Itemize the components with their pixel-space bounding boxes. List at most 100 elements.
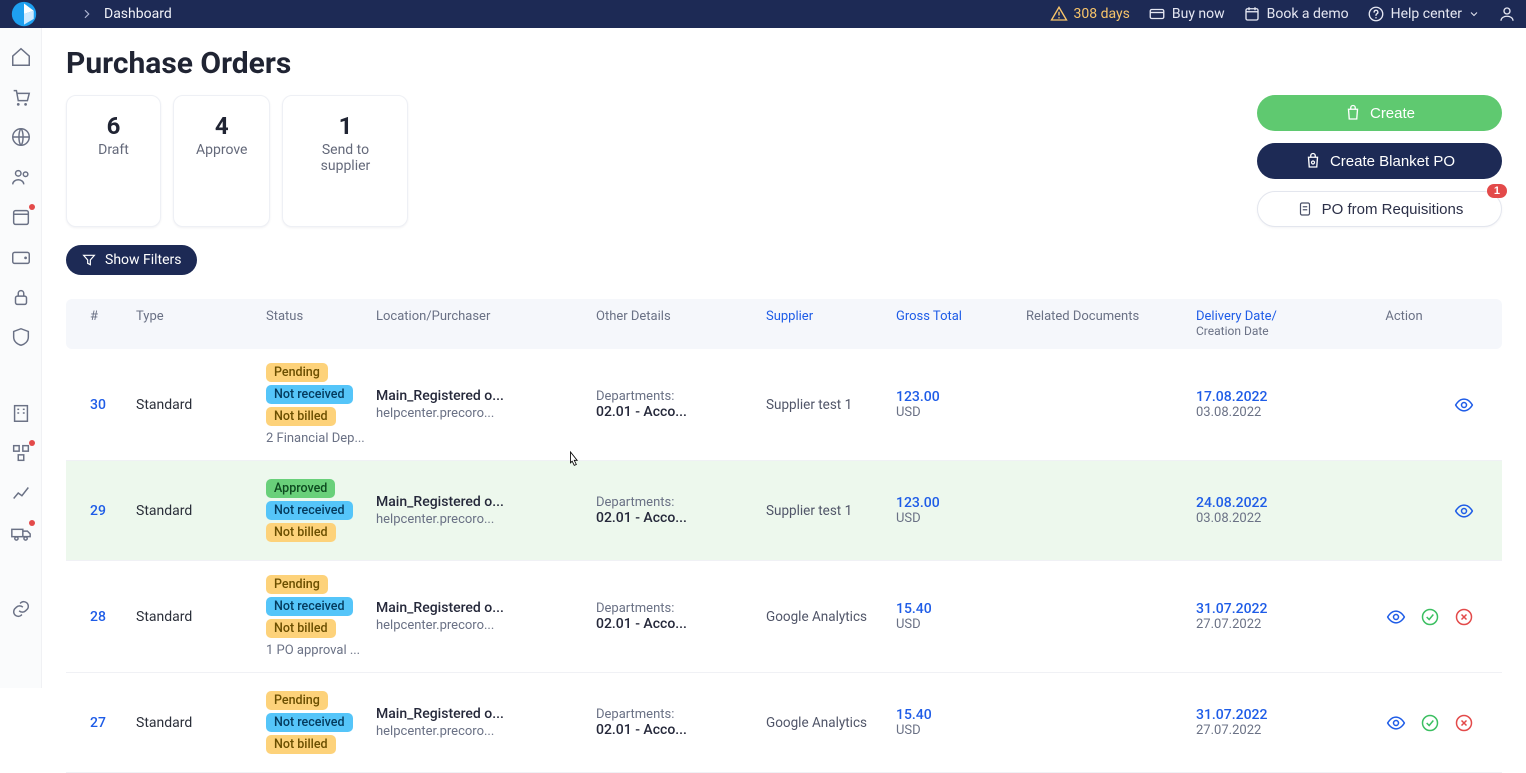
requisition-badge: 1: [1487, 184, 1507, 198]
user-menu[interactable]: [1498, 5, 1516, 23]
card-icon: [1148, 5, 1166, 23]
status-cards: 6 Draft 4 Approve 1 Send to supplier: [66, 95, 408, 227]
sidebar-globe[interactable]: [10, 126, 32, 148]
buy-now-link[interactable]: Buy now: [1148, 5, 1225, 23]
row-actions: [1326, 713, 1502, 733]
row-status: Pending Not received Not billed: [266, 691, 376, 754]
row-supplier: Supplier test 1: [766, 503, 896, 519]
row-other: Departments:02.01 - Acco...: [596, 707, 766, 738]
row-gross: 15.40USD: [896, 707, 1026, 738]
row-location: Main_Registered o...helpcenter.precoro..…: [376, 600, 596, 633]
sidebar-home[interactable]: [10, 46, 32, 68]
row-supplier: Google Analytics: [766, 715, 896, 731]
chevron-down-icon: [1468, 5, 1480, 23]
sidebar-lock[interactable]: [10, 286, 32, 308]
row-dates: 17.08.202203.08.2022: [1196, 389, 1326, 420]
approve-icon[interactable]: [1420, 713, 1440, 733]
table-row[interactable]: 28 Standard PendingNot receivedNot bille…: [66, 561, 1502, 673]
status-card-approve[interactable]: 4 Approve: [173, 95, 270, 227]
row-number[interactable]: 28: [66, 609, 136, 625]
sidebar-link[interactable]: [10, 598, 32, 620]
status-pill: Not received: [266, 713, 353, 732]
col-related: Related Documents: [1026, 309, 1196, 339]
approve-icon[interactable]: [1420, 607, 1440, 627]
trial-countdown[interactable]: 308 days: [1050, 5, 1130, 23]
status-pill: Not billed: [266, 619, 336, 638]
sidebar-org[interactable]: [10, 442, 32, 464]
reject-icon[interactable]: [1454, 713, 1474, 733]
col-date[interactable]: Delivery Date/ Creation Date: [1196, 309, 1326, 339]
status-pill: Not billed: [266, 735, 336, 754]
view-icon[interactable]: [1454, 395, 1474, 415]
status-pill: Pending: [266, 575, 328, 594]
row-type: Standard: [136, 715, 266, 731]
col-supplier[interactable]: Supplier: [766, 309, 896, 339]
row-number[interactable]: 27: [66, 715, 136, 731]
reject-icon[interactable]: [1454, 607, 1474, 627]
sidebar-wallet[interactable]: [10, 246, 32, 268]
row-gross: 123.00USD: [896, 389, 1026, 420]
top-header: Dashboard 308 days Buy now Book a demo H…: [0, 0, 1526, 28]
po-from-requisitions-button[interactable]: PO from Requisitions 1: [1257, 191, 1502, 227]
user-icon: [1498, 5, 1516, 23]
row-gross: 123.00USD: [896, 495, 1026, 526]
row-type: Standard: [136, 503, 266, 519]
filter-icon: [81, 252, 97, 268]
status-pill: Pending: [266, 691, 328, 710]
po-table: # Type Status Location/Purchaser Other D…: [66, 299, 1502, 773]
table-row[interactable]: 29 Standard ApprovedNot receivedNot bill…: [66, 461, 1502, 561]
status-pill: Not received: [266, 385, 353, 404]
row-supplier: Supplier test 1: [766, 397, 896, 413]
status-card-draft[interactable]: 6 Draft: [66, 95, 161, 227]
col-gross[interactable]: Gross Total: [896, 309, 1026, 339]
chevron-right-icon: [80, 7, 94, 21]
document-icon: [1296, 200, 1314, 218]
view-icon[interactable]: [1386, 607, 1406, 627]
page-title: Purchase Orders: [66, 46, 1502, 81]
row-location: Main_Registered o...helpcenter.precoro..…: [376, 388, 596, 421]
main-content: Purchase Orders 6 Draft 4 Approve 1 Send…: [42, 28, 1526, 773]
show-filters-button[interactable]: Show Filters: [66, 245, 197, 275]
row-status: PendingNot receivedNot billed1 PO approv…: [266, 575, 376, 658]
view-icon[interactable]: [1386, 713, 1406, 733]
status-pill: Not received: [266, 501, 353, 520]
book-demo-link[interactable]: Book a demo: [1243, 5, 1349, 23]
row-location: Main_Registered o...helpcenter.precoro..…: [376, 494, 596, 527]
status-pill: Not billed: [266, 523, 336, 542]
table-row[interactable]: 27 Standard Pending Not received Not bille…: [66, 673, 1502, 773]
row-type: Standard: [136, 397, 266, 413]
calendar-icon: [1243, 5, 1261, 23]
table-header: # Type Status Location/Purchaser Other D…: [66, 299, 1502, 349]
row-dates: 31.07.202227.07.2022: [1196, 707, 1326, 738]
breadcrumb[interactable]: Dashboard: [104, 6, 172, 22]
help-icon: [1367, 5, 1385, 23]
sidebar: [0, 28, 42, 688]
view-icon[interactable]: [1454, 501, 1474, 521]
sidebar-building[interactable]: [10, 402, 32, 424]
row-status: ApprovedNot receivedNot billed: [266, 479, 376, 542]
sidebar-cart[interactable]: [10, 86, 32, 108]
status-pill: Pending: [266, 363, 328, 382]
app-logo[interactable]: [10, 0, 38, 28]
sidebar-calendar[interactable]: [10, 206, 32, 228]
shopping-bag-icon: [1344, 104, 1362, 122]
row-dates: 31.07.202227.07.2022: [1196, 601, 1326, 632]
row-gross: 15.40USD: [896, 601, 1026, 632]
row-location: Main_Registered o...helpcenter.precoro..…: [376, 706, 596, 739]
col-location: Location/Purchaser: [376, 309, 596, 339]
create-blanket-button[interactable]: Create Blanket PO: [1257, 143, 1502, 179]
row-supplier: Google Analytics: [766, 609, 896, 625]
table-row[interactable]: 30 Standard PendingNot receivedNot bille…: [66, 349, 1502, 461]
row-other: Departments:02.01 - Acco...: [596, 389, 766, 420]
col-action: Action: [1326, 309, 1502, 339]
create-button[interactable]: Create: [1257, 95, 1502, 131]
status-card-send[interactable]: 1 Send to supplier: [282, 95, 408, 227]
sidebar-users[interactable]: [10, 166, 32, 188]
row-number[interactable]: 30: [66, 397, 136, 413]
sidebar-truck[interactable]: [10, 522, 32, 544]
sidebar-shield[interactable]: [10, 326, 32, 348]
sidebar-charts[interactable]: [10, 482, 32, 504]
row-number[interactable]: 29: [66, 503, 136, 519]
status-extra: 1 PO approval ...: [266, 643, 360, 658]
help-center-link[interactable]: Help center: [1367, 5, 1480, 23]
